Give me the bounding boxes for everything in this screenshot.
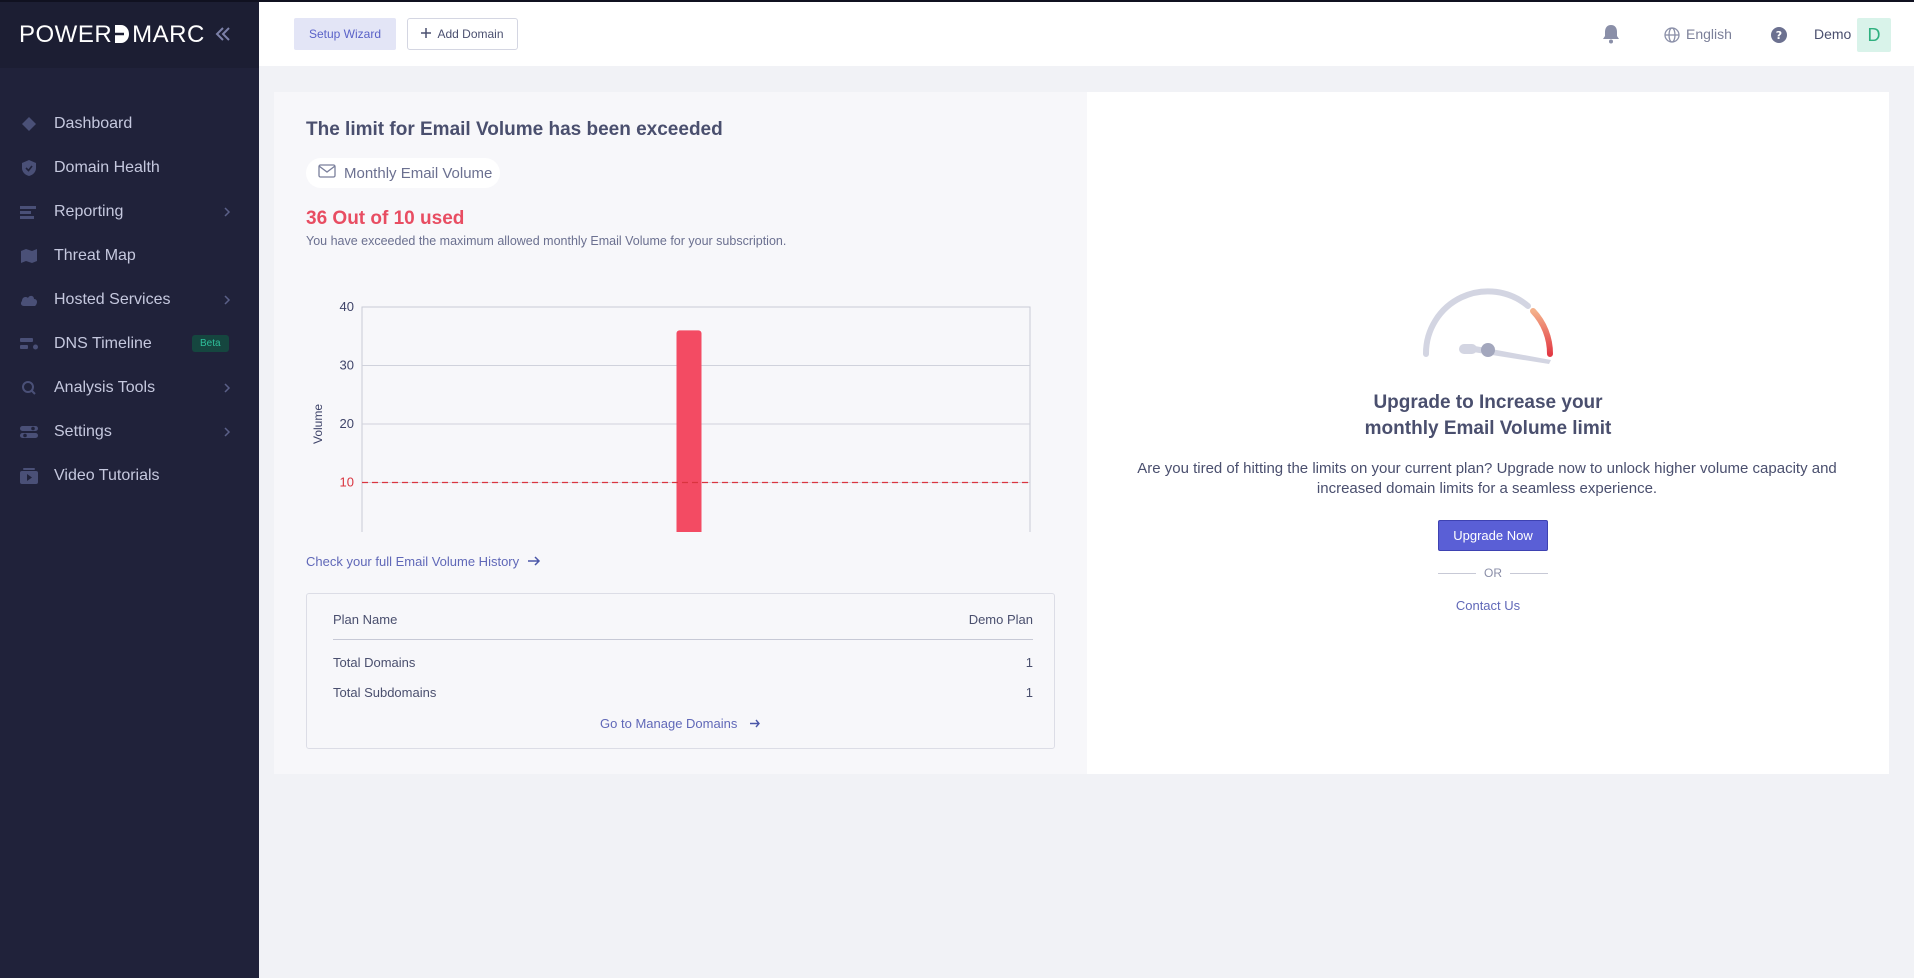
y-tick-label: 30 [340,358,354,373]
sidebar-item-threat-map[interactable]: Threat Map [0,234,259,278]
sidebar-item-dashboard[interactable]: Dashboard [0,102,259,146]
upgrade-description: Are you tired of hitting the limits on y… [1137,460,1837,497]
sidebar-item-label: Dashboard [54,115,133,132]
upgrade-title-line2: monthly Email Volume limit [1364,418,1612,439]
beta-badge: Beta [192,335,229,352]
total-domains-value: 1 [1025,655,1033,670]
y-axis-label: Volume [311,404,325,444]
timeline-icon [20,335,38,353]
upgrade-title-line1: Upgrade to Increase your [1373,392,1603,413]
total-subdomains-value: 1 [1025,685,1033,700]
sidebar-item-settings[interactable]: Settings [0,410,259,454]
globe-icon[interactable] [1664,27,1680,43]
plan-summary: Plan Name Demo Plan Total Domains 1 Tota… [306,593,1055,749]
plan-name-row: Plan Name Demo Plan [333,612,1033,627]
sidebar-item-video-tutorials[interactable]: Video Tutorials [0,454,259,498]
gauge-icon [1422,288,1554,364]
add-domain-button[interactable]: Add Domain [407,18,518,50]
arrow-right-icon [527,554,541,569]
sidebar-item-analysis-tools[interactable]: Analysis Tools [0,366,259,410]
usage-count: 36 Out of 10 used [306,208,465,229]
avatar[interactable]: D [1857,18,1891,52]
sidebar-item-label: Hosted Services [54,291,171,308]
email-volume-chip: Monthly Email Volume [306,158,501,188]
language-select[interactable]: English [1686,26,1732,42]
arrow-right-icon [749,716,761,731]
sidebar-item-label: DNS Timeline [54,335,152,352]
sidebar-nav: Dashboard Domain Health Reporting Threat… [0,102,259,498]
sidebar-item-reporting[interactable]: Reporting [0,190,259,234]
history-link-label: Check your full Email Volume History [306,554,520,569]
user-name[interactable]: Demo [1814,26,1851,42]
total-domains-row: Total Domains 1 [333,655,1033,670]
sidebar-item-label: Settings [54,423,112,440]
svg-text:?: ? [1776,29,1782,42]
plan-name-label: Plan Name [333,612,398,627]
limit-title: The limit for Email Volume has been exce… [306,119,723,140]
report-icon [20,203,38,221]
chevron-right-icon [223,381,233,395]
email-volume-history-link[interactable]: Check your full Email Volume History [306,554,541,569]
chevron-right-icon [223,425,233,439]
manage-domains-link[interactable]: Go to Manage Domains [307,716,1054,731]
or-divider: OR [1438,566,1548,580]
plan-name-value: Demo Plan [968,612,1033,627]
sidebar-item-dns-timeline[interactable]: DNS Timeline Beta [0,322,259,366]
total-domains-label: Total Domains [333,655,416,670]
manage-domains-label: Go to Manage Domains [600,716,738,731]
brand-logo[interactable]: POWER MARC [19,21,205,49]
email-volume-chart: 010203040VolumeDec 24 [311,299,1031,532]
sidebar-item-label: Reporting [54,203,124,220]
dashboard-icon [20,115,38,133]
limit-panel: The limit for Email Volume has been exce… [274,92,1087,774]
sidebar-item-hosted-services[interactable]: Hosted Services [0,278,259,322]
add-domain-label: Add Domain [437,27,504,41]
upgrade-now-button[interactable]: Upgrade Now [1438,520,1548,551]
sidebar-item-label: Domain Health [54,159,160,176]
bell-icon[interactable] [1602,24,1622,44]
plan-divider [333,639,1033,640]
exceeded-message: You have exceeded the maximum allowed mo… [306,234,787,248]
or-label: OR [1484,566,1502,580]
video-icon [20,467,38,485]
sidebar: POWER MARC Dashboard Domain Health Report… [0,0,259,978]
shield-icon [20,159,38,177]
sidebar-item-label: Analysis Tools [54,379,156,396]
plus-icon [421,27,432,41]
bar [676,330,702,532]
upgrade-title: Upgrade to Increase your monthly Email V… [1087,390,1889,442]
y-tick-label: 40 [340,299,354,314]
cloud-icon [20,291,38,309]
chevron-right-icon [223,293,233,307]
upgrade-panel: Upgrade to Increase your monthly Email V… [1087,92,1889,774]
chevron-right-icon [223,205,233,219]
brand-bar: POWER MARC [0,2,259,68]
settings-icon [20,423,38,441]
total-subdomains-row: Total Subdomains 1 [333,685,1033,700]
y-tick-label: 20 [340,416,354,431]
top-header: Setup Wizard Add Domain English ? Demo D [259,0,1914,66]
help-icon[interactable]: ? [1770,26,1788,44]
collapse-sidebar-icon[interactable] [213,24,233,44]
mail-icon [318,163,336,183]
sidebar-item-domain-health[interactable]: Domain Health [0,146,259,190]
contact-us-link[interactable]: Contact Us [1087,598,1889,613]
setup-wizard-button[interactable]: Setup Wizard [294,18,396,50]
sidebar-item-label: Video Tutorials [54,467,160,484]
map-icon [20,247,38,265]
search-icon [20,379,38,397]
chip-label: Monthly Email Volume [344,164,493,182]
sidebar-item-label: Threat Map [54,247,136,264]
y-tick-label: 10 [340,475,354,490]
total-subdomains-label: Total Subdomains [333,685,437,700]
